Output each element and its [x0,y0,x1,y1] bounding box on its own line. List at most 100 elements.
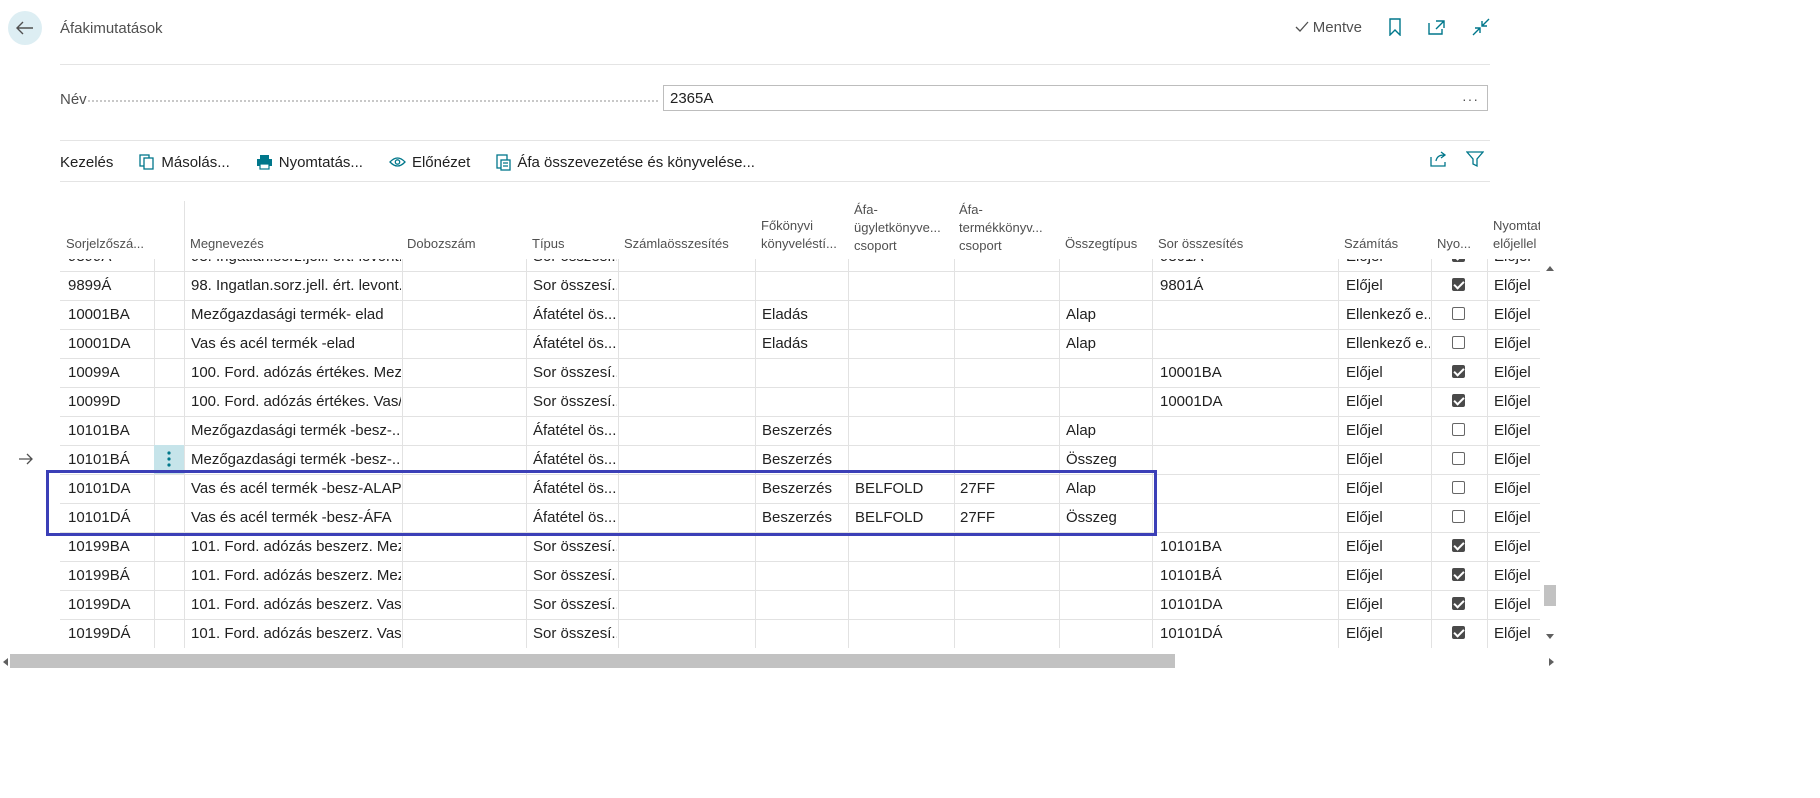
table-cell[interactable] [960,300,1055,329]
table-cell[interactable] [762,532,847,561]
table-cell[interactable]: Mezőgazdasági termék -besz-... [191,416,401,445]
table-cell[interactable] [762,358,847,387]
table-cell[interactable]: Előjel [1494,271,1540,300]
table-cell[interactable] [855,619,950,648]
preview-button[interactable]: Előnézet [389,154,470,171]
table-cell[interactable]: Áfatétel ös... [533,329,617,358]
table-cell[interactable]: Előjel [1346,387,1430,416]
table-cell[interactable]: Áfatétel ös... [533,300,617,329]
table-cell[interactable]: Eladás [762,300,847,329]
scroll-down-icon[interactable] [1545,633,1555,641]
table-cell[interactable] [1160,503,1335,532]
table-cell[interactable] [1066,561,1151,590]
table-cell[interactable]: Előjel [1494,532,1540,561]
table-cell[interactable] [960,561,1055,590]
table-cell[interactable] [1066,619,1151,648]
table-cell[interactable] [960,416,1055,445]
table-cell[interactable] [408,329,523,358]
collapse-icon[interactable] [1472,18,1490,36]
table-cell[interactable] [855,329,950,358]
table-cell[interactable] [960,532,1055,561]
table-cell[interactable] [855,445,950,474]
table-cell[interactable]: 10199DA [68,590,152,619]
table-cell[interactable]: Előjel [1494,503,1540,532]
table-cell[interactable]: Előjel [1494,619,1540,648]
table-cell[interactable]: Előjel [1346,474,1430,503]
table-cell[interactable] [408,416,523,445]
table-cell[interactable] [625,474,750,503]
table-cell[interactable] [1160,416,1335,445]
table-cell[interactable]: 10101DÁ [1160,619,1335,648]
table-cell[interactable]: 9801Á [1160,271,1335,300]
table-row[interactable]: 9899Á 98. Ingatlan.sorz.jell. ért. levont… [60,271,1540,301]
table-row[interactable]: 10101DA Vas és acél termék -besz-ALAP Áfat… [60,474,1540,504]
column-header-szamlaosszesites[interactable]: Számlaösszesítés [624,235,729,253]
bookmark-icon[interactable] [1388,18,1402,36]
table-cell[interactable] [855,300,950,329]
table-cell[interactable]: Alap [1066,329,1151,358]
print-checkbox[interactable] [1452,452,1465,465]
column-header-fokonyvi[interactable]: Főkönyvi könyveléstí... [761,217,837,253]
table-row[interactable]: 10099D 100. Ford. adózás értékes. Vas/...… [60,387,1540,417]
table-cell[interactable]: Előjel [1494,474,1540,503]
table-cell[interactable]: 10099A [68,358,152,387]
table-row[interactable]: 10199DA 101. Ford. adózás beszerz. Vas/..… [60,590,1540,620]
print-checkbox[interactable] [1452,423,1465,436]
table-row[interactable]: 10199BA 101. Ford. adózás beszerz. Mez...… [60,532,1540,562]
row-actions-button[interactable] [154,445,184,474]
print-checkbox[interactable] [1452,336,1465,349]
table-cell[interactable] [960,271,1055,300]
table-cell[interactable] [625,329,750,358]
table-cell[interactable]: 27FF [960,503,1055,532]
vat-settle-button[interactable]: Áfa összevezetése és könyvelése... [496,154,755,171]
table-cell[interactable]: 10101BÁ [68,445,152,474]
table-cell[interactable]: Vas és acél termék -elad [191,329,401,358]
name-field-assist-button[interactable]: ··· [1462,86,1479,112]
column-header-megnevezes[interactable]: Megnevezés [190,235,264,253]
table-cell[interactable]: Előjel [1494,329,1540,358]
table-cell[interactable] [762,271,847,300]
table-cell[interactable]: 101. Ford. adózás beszerz. Mez... [191,532,401,561]
back-button[interactable] [8,11,42,45]
scroll-left-icon[interactable] [1,657,9,667]
table-cell[interactable]: 10101DA [1160,590,1335,619]
table-cell[interactable]: Előjel [1346,532,1430,561]
table-cell[interactable] [1066,271,1151,300]
table-cell[interactable]: Vas és acél termék -besz-ALAP [191,474,401,503]
copy-button[interactable]: Másolás... [139,154,230,171]
table-cell[interactable]: Előjel [1494,300,1540,329]
table-cell[interactable]: 101. Ford. adózás beszerz. Vas/... [191,619,401,648]
column-header-szamitas[interactable]: Számítás [1344,235,1398,253]
table-cell[interactable]: Áfatétel ös... [533,445,617,474]
table-row[interactable]: 10199BÁ 101. Ford. adózás beszerz. Mez...… [60,561,1540,591]
table-cell[interactable] [960,590,1055,619]
table-row[interactable]: 10101BÁ Mezőgazdasági termék -besz-... Áfa… [60,445,1540,475]
table-cell[interactable]: BELFOLD [855,503,950,532]
table-cell[interactable]: 10001BA [68,300,152,329]
column-header-sorosszesites[interactable]: Sor összesítés [1158,235,1243,253]
print-checkbox[interactable] [1452,481,1465,494]
table-cell[interactable] [408,271,523,300]
table-cell[interactable]: Előjel [1346,503,1430,532]
table-cell[interactable]: Ellenkező e... [1346,300,1430,329]
table-cell[interactable] [408,358,523,387]
table-cell[interactable] [408,503,523,532]
table-cell[interactable]: Előjel [1346,416,1430,445]
table-cell[interactable]: Előjel [1346,590,1430,619]
table-cell[interactable] [625,300,750,329]
table-cell[interactable]: Áfatétel ös... [533,474,617,503]
table-cell[interactable] [1066,358,1151,387]
table-cell[interactable]: 10101BA [68,416,152,445]
table-row[interactable]: 10101DÁ Vas és acél termék -besz-ÁFA Áfaté… [60,503,1540,533]
table-cell[interactable]: Sor összesí... [533,358,617,387]
table-cell[interactable] [762,561,847,590]
table-cell[interactable]: Összeg [1066,503,1151,532]
table-cell[interactable]: Sor összesí... [533,532,617,561]
table-cell[interactable]: Előjel [1346,561,1430,590]
table-cell[interactable]: Előjel [1346,619,1430,648]
table-cell[interactable] [855,532,950,561]
table-cell[interactable] [408,445,523,474]
table-cell[interactable]: Sor összesí... [533,387,617,416]
table-row[interactable]: 10001BA Mezőgazdasági termék- elad Áfatéte… [60,300,1540,330]
table-cell[interactable] [960,329,1055,358]
